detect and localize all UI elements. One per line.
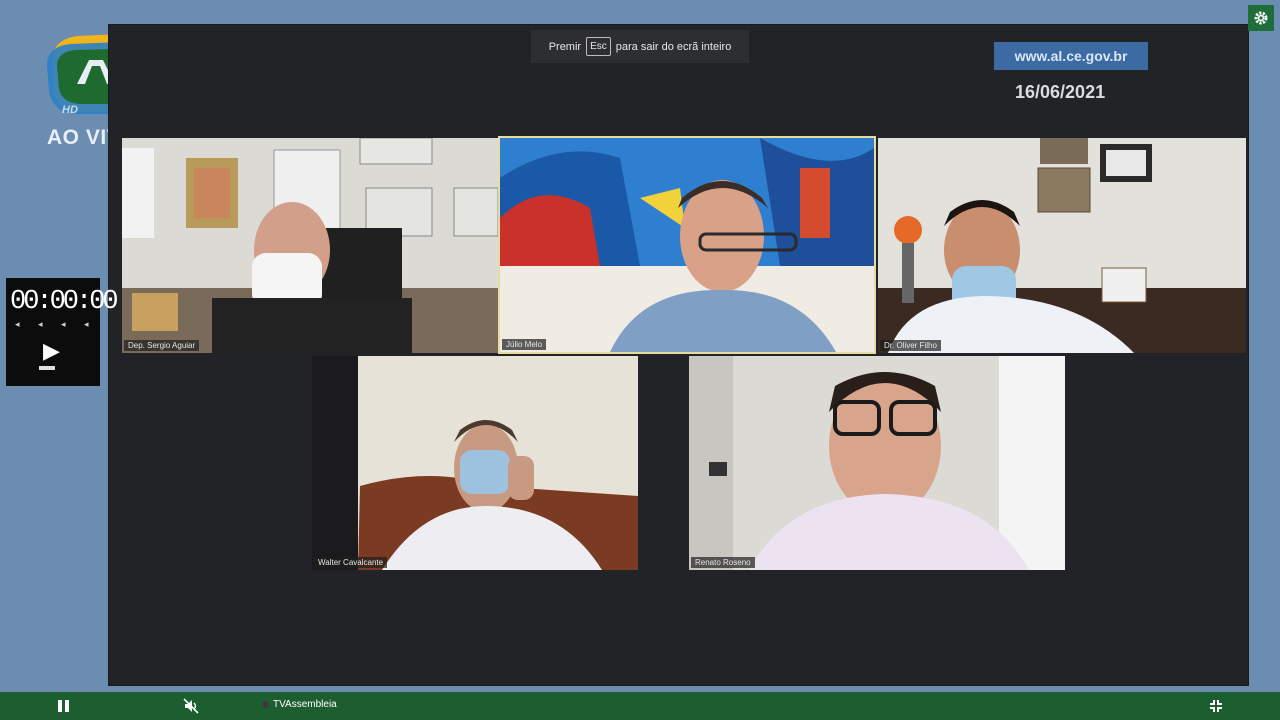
- video-tile-5: Renato Roseno: [689, 356, 1065, 570]
- play-icon[interactable]: ▶: [43, 338, 60, 364]
- video-tile-1: Dep. Sergio Aguiar: [122, 138, 498, 353]
- video-tile-2-active: Júlio Melo: [498, 136, 876, 354]
- video-tile-4: Walter Cavalcante: [312, 356, 638, 570]
- tip-prefix: Premir: [548, 40, 582, 53]
- channel-dot-icon: [262, 701, 269, 708]
- tip-suffix: para sair do ecrã inteiro: [615, 40, 732, 53]
- participant-video-2: [500, 138, 874, 352]
- pause-icon[interactable]: [58, 700, 70, 712]
- video-tile-3: Dr. Oliver Filho: [878, 138, 1246, 353]
- hd-badge: HD: [62, 104, 78, 116]
- channel-name: TVAssembleia: [273, 699, 337, 710]
- participant-video-4: [312, 356, 638, 570]
- participant-name: Dep. Sergio Aguiar: [124, 340, 200, 351]
- participant-name: Walter Cavalcante: [314, 557, 388, 568]
- timer-display: 00:00:00: [10, 287, 119, 317]
- video-stage: [108, 24, 1249, 686]
- participant-name: Renato Roseno: [691, 557, 755, 568]
- fullscreen-exit-tip: Premir Esc para sair do ecrã inteiro: [531, 30, 749, 63]
- participant-name: Dr. Oliver Filho: [880, 340, 941, 351]
- timer-panel[interactable]: 00:00:00 ◂ ◂ ◂ ◂ ▶: [6, 278, 119, 386]
- participant-video-1: [122, 138, 498, 353]
- esc-key: Esc: [586, 37, 611, 56]
- timer-indicator: [39, 366, 55, 370]
- volume-mute-icon[interactable]: [183, 698, 199, 714]
- website-url: www.al.ce.gov.br: [994, 42, 1148, 70]
- exit-fullscreen-icon[interactable]: [1209, 699, 1223, 713]
- settings-gear-icon[interactable]: [1248, 5, 1274, 31]
- participant-video-5: [689, 356, 1065, 570]
- channel-indicator: TVAssembleia: [262, 699, 337, 710]
- participant-video-3: [878, 138, 1246, 353]
- participant-name: Júlio Melo: [502, 339, 547, 350]
- timer-controls[interactable]: ◂ ◂ ◂ ◂: [15, 319, 97, 330]
- player-control-bar: TVAssembleia: [0, 692, 1280, 720]
- broadcast-date: 16/06/2021: [1015, 82, 1106, 102]
